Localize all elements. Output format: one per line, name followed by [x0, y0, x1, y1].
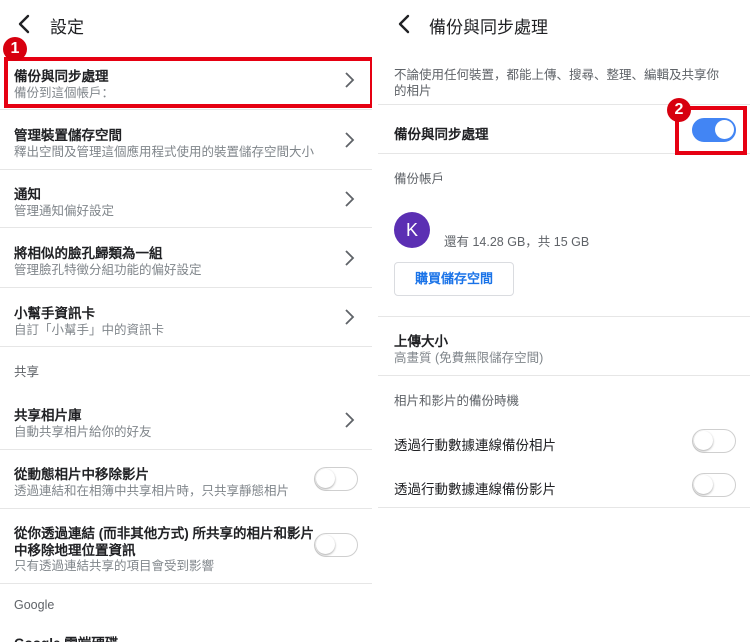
chevron-right-icon — [345, 250, 355, 266]
face-grouping-row[interactable]: 將相似的臉孔歸類為一組 管理臉孔特徵分組功能的偏好設定 — [0, 228, 372, 288]
cellular-photos-toggle[interactable] — [692, 429, 736, 453]
divider — [378, 375, 750, 376]
step-badge-1: 1 — [3, 37, 27, 61]
divider — [378, 507, 750, 508]
page-title: 設定 — [50, 18, 84, 37]
upload-size-row[interactable]: 上傳大小 高畫質 (免費無限儲存空間) — [378, 316, 750, 376]
toggle-knob — [316, 469, 335, 488]
toggle-knob — [694, 431, 713, 450]
divider — [0, 346, 372, 347]
description-line2: 的相片 — [394, 84, 432, 98]
assistant-cards-row[interactable]: 小幫手資訊卡 自訂「小幫手」中的資訊卡 — [0, 288, 372, 347]
section-header-backup-timing: 相片和影片的備份時機 — [394, 394, 520, 408]
backup-sync-panel: 備份與同步處理 不論使用任何裝置，都能上傳、搜尋、整理、編輯及共享你 的相片 備… — [378, 0, 750, 642]
toggle-knob — [694, 475, 713, 494]
storage-remaining: 還有 14.28 GB，共 15 GB — [444, 235, 590, 249]
notifications-row[interactable]: 通知 管理通知偏好設定 — [0, 170, 372, 228]
settings-header: 設定 — [0, 0, 372, 50]
back-arrow-icon[interactable] — [394, 13, 416, 35]
avatar: K — [394, 212, 430, 248]
shared-library-row[interactable]: 共享相片庫 自動共享相片給你的好友 — [0, 390, 372, 450]
description-line1: 不論使用任何裝置，都能上傳、搜尋、整理、編輯及共享你 — [394, 68, 720, 82]
backup-sync-label: 備份與同步處理 — [394, 127, 489, 142]
remove-motion-video-subtitle: 透過連結和在相簿中共享相片時，只共享靜態相片 — [14, 484, 290, 498]
remove-motion-video-row[interactable]: 從動態相片中移除影片 透過連結和在相簿中共享相片時，只共享靜態相片 — [0, 450, 372, 509]
divider — [378, 104, 750, 105]
cellular-photos-row[interactable]: 透過行動數據連線備份相片 — [378, 420, 750, 464]
face-grouping-subtitle: 管理臉孔特徵分組功能的偏好設定 — [14, 263, 202, 277]
step-badge-2: 2 — [667, 98, 691, 122]
settings-panel: 設定 備份與同步處理 備份到這個帳戶： 管理裝置儲存空間 釋出空間及管理這個應用… — [0, 0, 372, 642]
section-header-google: Google — [14, 598, 55, 612]
remove-motion-video-toggle[interactable] — [314, 467, 358, 491]
notifications-subtitle: 管理通知偏好設定 — [14, 204, 115, 218]
page-title: 備份與同步處理 — [429, 18, 548, 37]
chevron-right-icon — [345, 132, 355, 148]
chevron-right-icon — [345, 309, 355, 325]
remove-geo-subtitle: 只有透過連結共享的項目會受到影響 — [14, 559, 215, 573]
section-header-sharing: 共享 — [14, 365, 40, 379]
google-drive-title[interactable]: Google 雲端硬碟 — [14, 632, 118, 642]
cellular-photos-label: 透過行動數據連線備份相片 — [394, 438, 556, 453]
divider — [378, 316, 750, 317]
back-arrow-icon[interactable] — [14, 13, 36, 35]
device-storage-row[interactable]: 管理裝置儲存空間 釋出空間及管理這個應用程式使用的裝置儲存空間大小 — [0, 110, 372, 170]
shared-library-subtitle: 自動共享相片給你的好友 — [14, 425, 152, 439]
buy-storage-button[interactable]: 購買儲存空間 — [394, 262, 514, 296]
divider — [0, 583, 372, 584]
chevron-right-icon — [345, 191, 355, 207]
backup-header: 備份與同步處理 — [378, 0, 750, 50]
cellular-videos-label: 透過行動數據連線備份影片 — [394, 482, 556, 497]
highlight-box-1 — [4, 57, 372, 108]
toggle-knob — [316, 535, 335, 554]
cellular-videos-row[interactable]: 透過行動數據連線備份影片 — [378, 464, 750, 508]
section-header-backup-account: 備份帳戶 — [394, 172, 445, 186]
upload-size-subtitle: 高畫質 (免費無限儲存空間) — [394, 351, 544, 365]
device-storage-subtitle: 釋出空間及管理這個應用程式使用的裝置儲存空間大小 — [14, 145, 315, 159]
remove-geo-row[interactable]: 從你透過連結 (而非其他方式) 所共享的相片和影片 中移除地理位置資訊 只有透過… — [0, 509, 372, 584]
chevron-right-icon — [345, 412, 355, 428]
cellular-videos-toggle[interactable] — [692, 473, 736, 497]
remove-geo-toggle[interactable] — [314, 533, 358, 557]
assistant-cards-subtitle: 自訂「小幫手」中的資訊卡 — [14, 323, 165, 337]
